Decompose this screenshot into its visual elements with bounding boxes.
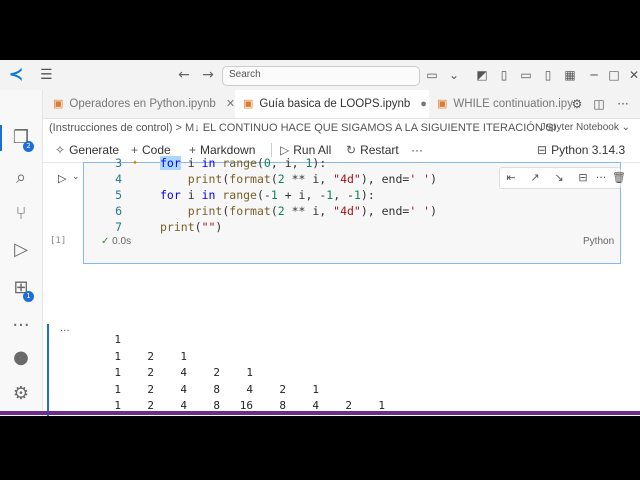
output-value: 2	[213, 366, 220, 379]
notebook-icon: ▣	[437, 98, 448, 110]
sparkle-icon: ✦	[132, 157, 139, 168]
more-toolbar-button[interactable]: ···	[411, 138, 423, 162]
chat-icon[interactable]: ▭	[424, 66, 440, 84]
output-value: 4	[246, 382, 253, 396]
editor-area: ▣ Operadores en Python.ipynb ✕ ▣ Guía basic…	[43, 90, 640, 416]
sparkle-icon: ✧	[55, 143, 66, 157]
activity-bar: ❐ 2 ⌕ ⑂ ▷ ⊞ 1 ··· ● ⚙	[0, 90, 43, 416]
accounts-icon[interactable]: ●	[9, 346, 33, 370]
maximize-icon[interactable]: □	[606, 66, 622, 84]
menu-icon[interactable]: ☰	[40, 65, 54, 85]
settings-gear-icon[interactable]: ⚙	[569, 95, 585, 113]
more-icon[interactable]: ···	[592, 169, 610, 187]
run-debug-icon[interactable]: ▷	[9, 238, 33, 262]
line-number: 4	[115, 172, 122, 186]
code-line: print(format(2 ** i, "4d"), end=' ')	[187, 172, 438, 186]
output-value: 1	[114, 382, 121, 396]
breadcrumb: (Instrucciones de control) > M↓ EL CONTI…	[43, 118, 640, 138]
code-line: for i in range(-1 + i, -1, -1):	[160, 188, 375, 202]
output-value: 2	[279, 382, 286, 396]
code-line: print(format(2 ** i, "4d"), end=' ')	[187, 204, 438, 218]
notebook-icon: ▣	[243, 98, 254, 110]
output-value: 2	[147, 349, 154, 363]
check-icon: ✓	[101, 236, 110, 247]
close-icon[interactable]: ✕	[626, 66, 640, 84]
notebook-icon: ▣	[53, 98, 64, 110]
source-control-icon[interactable]: ⑂	[9, 202, 33, 226]
output-value: 4	[180, 382, 187, 396]
output-focus-bar	[47, 324, 49, 416]
output-value: 1	[114, 333, 121, 346]
run-below-icon[interactable]: ↘	[550, 169, 568, 187]
output-more-icon[interactable]: ···	[60, 326, 70, 337]
tab-close-icon[interactable]: ✕	[226, 98, 235, 110]
execute-below-icon[interactable]: ↗	[526, 169, 544, 187]
vscode-logo-icon: ≺	[8, 64, 24, 85]
cell-status: ✓ 0.0s	[101, 236, 132, 247]
search-input[interactable]: Search	[222, 66, 420, 86]
line-number: 5	[115, 188, 122, 202]
output-value: 1	[114, 349, 121, 363]
more-icon[interactable]: ···	[9, 314, 33, 338]
cell-toolbar: ⇤ ↗ ↘ ⊟ ··· 🗑	[499, 167, 626, 189]
search-placeholder: Search	[229, 69, 261, 80]
execution-count: [1]	[50, 236, 67, 246]
output-value: 8	[213, 382, 220, 396]
split-cell-icon[interactable]: ⊟	[574, 169, 592, 187]
tab-strip: ▣ Operadores en Python.ipynb ✕ ▣ Guía basic…	[43, 90, 640, 119]
letterbox-bottom	[0, 416, 640, 480]
chevron-down-icon[interactable]: ⌄	[72, 172, 80, 182]
copilot-icon[interactable]: ◩	[474, 66, 490, 84]
active-indicator	[0, 125, 2, 151]
output-value: 1	[180, 349, 187, 363]
letterbox-top	[0, 0, 640, 60]
tab-while-continuation[interactable]: ▣ WHILE continuation.ipy	[429, 90, 577, 118]
toggle-secondary-sidebar-icon[interactable]: ▯	[540, 66, 556, 84]
tab-operadores[interactable]: ▣ Operadores en Python.ipynb ✕	[43, 90, 245, 118]
layout-icon[interactable]: ▦	[562, 66, 578, 84]
toggle-sidebar-icon[interactable]: ▯	[496, 66, 512, 84]
line-number: 6	[115, 204, 122, 218]
breadcrumb-text[interactable]: (Instrucciones de control) > M↓ EL CONTI…	[49, 118, 556, 138]
restart-button[interactable]: ↻ Restart	[346, 138, 399, 162]
cell-gutter: ▷ ⌄	[55, 166, 85, 266]
minimize-icon[interactable]: ─	[586, 66, 602, 84]
kernel-icon: ⊟	[537, 143, 548, 157]
tab-guia-loops[interactable]: ▣ Guía basica de LOOPS.ipynb ●	[235, 90, 429, 118]
output-value: 1	[246, 366, 253, 379]
kernel-picker[interactable]: ⊟ Python 3.14.3	[537, 138, 625, 162]
more-actions-icon[interactable]: ···	[615, 95, 631, 113]
restart-icon: ↻	[346, 143, 357, 157]
output-value: 1	[312, 382, 319, 396]
code-line: for i in range(0, i, 1):	[160, 156, 327, 170]
forward-arrow-icon[interactable]: →	[200, 65, 216, 85]
output-value: 4	[180, 366, 187, 379]
output-value: 2	[147, 382, 154, 396]
title-bar: ≺ ☰ ← → Search ▭ ⌄ ◩ ▯ ▭ ▯ ▦ ─ □ ✕	[0, 60, 640, 91]
settings-gear-icon[interactable]: ⚙	[9, 382, 33, 406]
output-value: 1	[114, 366, 121, 379]
code-cell[interactable]: 3 ✦ for i in range(0, i, 1): 4 print(for…	[83, 156, 626, 264]
chevron-down-icon[interactable]: ⌄	[446, 66, 462, 84]
cell-language[interactable]: Python	[583, 236, 614, 247]
run-cell-icon[interactable]: ▷	[58, 172, 66, 185]
explorer-badge: 2	[23, 141, 34, 152]
status-bar	[0, 411, 640, 415]
extensions-badge: 1	[23, 291, 34, 302]
vscode-window: ≺ ☰ ← → Search ▭ ⌄ ◩ ▯ ▭ ▯ ▦ ─ □ ✕ ❐ 2 ⌕…	[0, 60, 640, 416]
notebook-type-label[interactable]: Jupyter Notebook ⌄	[540, 118, 630, 138]
output-value: 2	[147, 366, 154, 379]
code-line: print("")	[160, 220, 223, 234]
line-number: 3	[115, 156, 122, 170]
tab-modified-dot-icon[interactable]: ●	[420, 98, 427, 110]
execute-above-icon[interactable]: ⇤	[502, 169, 520, 187]
line-number: 7	[115, 220, 122, 234]
search-icon[interactable]: ⌕	[9, 166, 33, 190]
toggle-panel-icon[interactable]: ▭	[518, 66, 534, 84]
back-arrow-icon[interactable]: ←	[176, 65, 192, 85]
split-editor-icon[interactable]: ◫	[591, 95, 607, 113]
delete-cell-icon[interactable]: 🗑	[610, 169, 628, 187]
plus-icon: +	[131, 143, 139, 157]
